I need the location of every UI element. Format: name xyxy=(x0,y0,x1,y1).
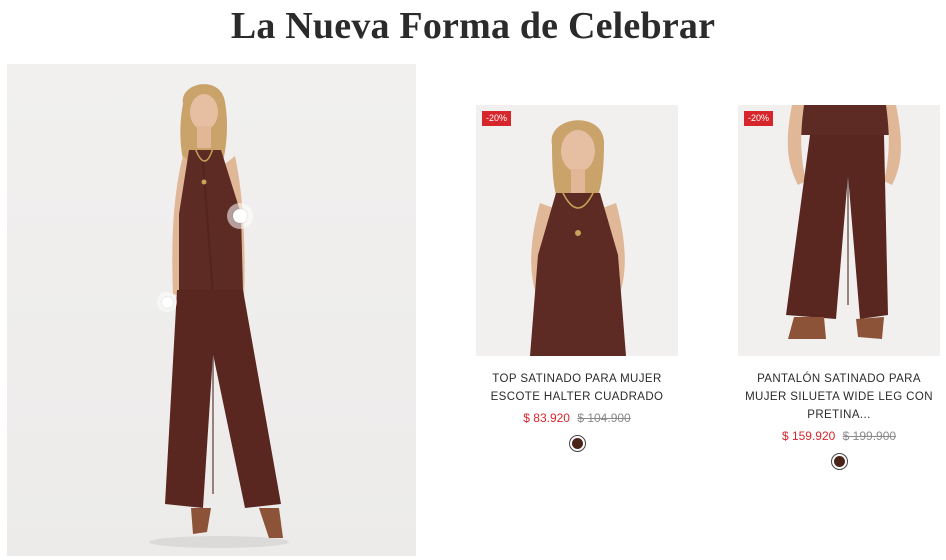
color-swatch[interactable] xyxy=(830,453,848,470)
product-name[interactable]: TOP SATINADO PARA MUJER ESCOTE HALTER CU… xyxy=(476,370,678,406)
product-card[interactable]: -20% PANTALÓN SATINADO PARA MUJER SILUET… xyxy=(738,105,940,470)
product-name[interactable]: PANTALÓN SATINADO PARA MUJER SILUETA WID… xyxy=(738,370,940,424)
hero-lookbook-image[interactable] xyxy=(7,64,416,556)
product-prices: $ 159.920 $ 199.900 xyxy=(738,429,940,443)
top-product-illustration xyxy=(530,120,626,356)
product-image[interactable]: -20% xyxy=(738,105,940,356)
hotspot-top[interactable] xyxy=(227,203,253,229)
section-title: La Nueva Forma de Celebrar xyxy=(230,5,716,47)
sale-price: $ 83.920 xyxy=(523,411,570,425)
discount-badge: -20% xyxy=(482,111,512,126)
sale-price: $ 159.920 xyxy=(781,429,836,443)
original-price: $ 199.900 xyxy=(842,429,897,443)
hotspot-pants[interactable] xyxy=(157,292,177,312)
product-image[interactable]: -20% xyxy=(476,105,678,356)
product-prices: $ 83.920 $ 104.900 xyxy=(476,411,678,425)
color-swatch[interactable] xyxy=(568,435,586,452)
discount-badge: -20% xyxy=(744,111,774,126)
pants-product-illustration xyxy=(786,105,901,339)
model-full-outfit-illustration xyxy=(149,84,289,548)
product-card[interactable]: -20% TOP SATINADO PARA MUJER ESCOTE HALT… xyxy=(476,105,678,452)
original-price: $ 104.900 xyxy=(577,411,631,425)
